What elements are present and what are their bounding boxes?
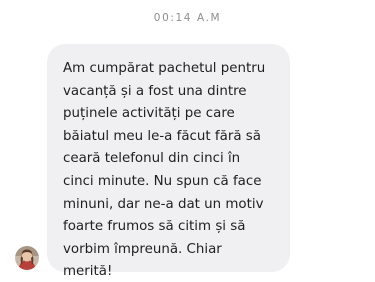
avatar-photo-icon — [15, 246, 39, 270]
message-timestamp: 00:14 A.M — [153, 12, 222, 24]
message-text: Am cumpărat pachetul pentru vacanță și a… — [63, 61, 266, 280]
chat-screen: 00:14 A.M Am cumpărat pachetul pentru va… — [0, 0, 375, 282]
message-bubble[interactable]: Am cumpărat pachetul pentru vacanță și a… — [47, 44, 290, 279]
sender-avatar[interactable] — [15, 246, 39, 270]
